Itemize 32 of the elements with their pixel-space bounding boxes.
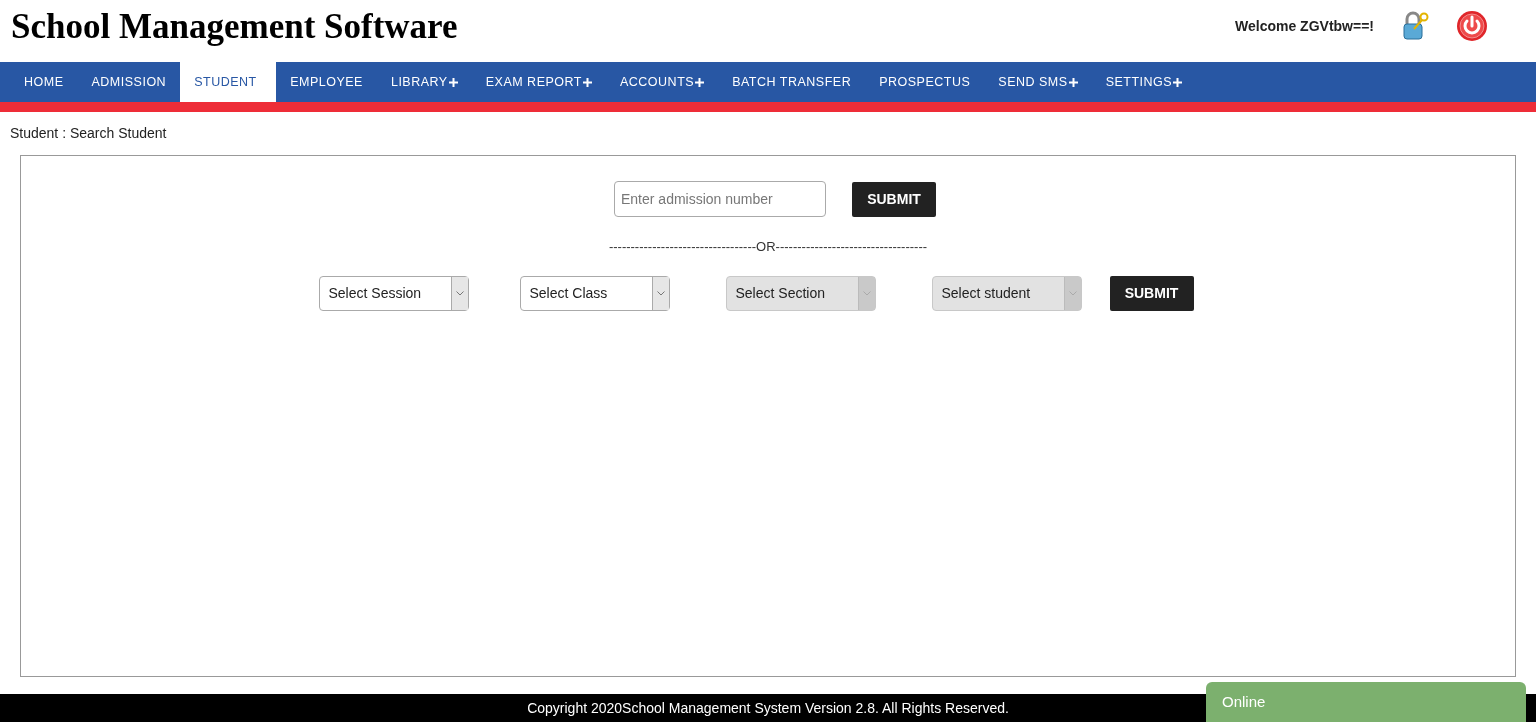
nav-tab[interactable]: SETTINGS	[1091, 62, 1197, 102]
breadcrumb: Student : Search Student	[10, 124, 168, 143]
nav-tab[interactable]: LIBRARY	[376, 62, 472, 102]
nav-tab[interactable]: BATCH TRANSFER	[718, 62, 866, 102]
nav-tab[interactable]: STUDENT	[180, 62, 277, 102]
or-divider-text: ----------------------------------OR-----------------------------------	[608, 238, 928, 256]
nav-tab[interactable]: HOME	[10, 62, 78, 102]
admission-number-field[interactable]: Enter admission number	[614, 181, 826, 217]
copyright-text: Copyright 2020School Management System Version 2.8. All Rights Reserved.	[527, 698, 1009, 718]
plus-icon	[1173, 77, 1183, 87]
nav-tab[interactable]: EXAM REPORT	[471, 62, 606, 102]
nav-tab[interactable]: PROSPECTUS	[865, 62, 985, 102]
padlock-key-icon[interactable]	[1400, 11, 1430, 41]
chevron-down-icon	[1068, 290, 1077, 296]
chevron-down-icon	[455, 290, 464, 296]
plus-icon	[448, 77, 458, 87]
plus-icon	[695, 77, 705, 87]
plus-icon	[582, 77, 592, 87]
plus-icon	[1068, 77, 1078, 87]
chevron-down-icon	[862, 290, 871, 296]
select-dropdown[interactable]: Select Class	[519, 275, 670, 311]
power-icon[interactable]	[1456, 10, 1488, 42]
nav-tab[interactable]: ADMISSION	[77, 62, 181, 102]
submit-button[interactable]: SUBMIT	[852, 181, 936, 217]
app-title: School Management Software	[11, 8, 458, 44]
nav-tab[interactable]: SEND SMS	[984, 62, 1092, 102]
nav-tab[interactable]: EMPLOYEE	[276, 62, 377, 102]
select-dropdown[interactable]: Select Session	[318, 275, 469, 311]
nav-tab[interactable]: ACCOUNTS	[605, 62, 719, 102]
welcome-text: Welcome ZGVtbw==!	[1235, 16, 1374, 36]
submit-button[interactable]: SUBMIT	[1109, 275, 1194, 311]
chevron-down-icon	[656, 290, 665, 296]
